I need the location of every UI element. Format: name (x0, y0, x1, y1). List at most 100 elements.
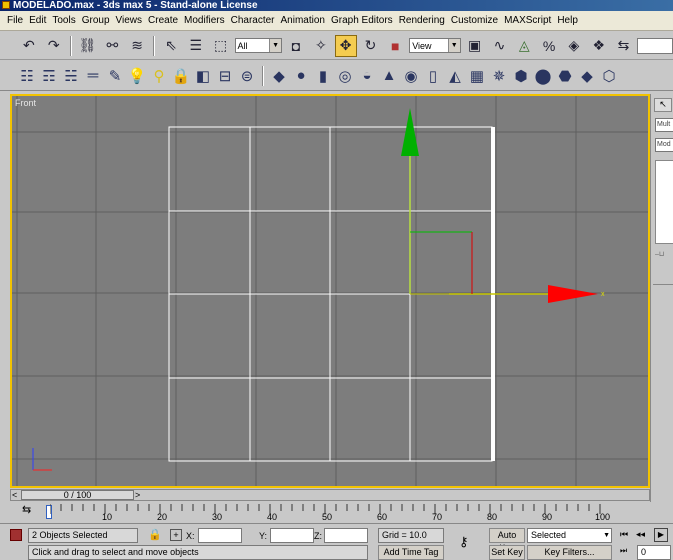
bind-space-warp-icon[interactable]: ≋ (126, 35, 148, 57)
edit-named-selections-icon[interactable]: ❖ (588, 35, 610, 57)
layers-icon[interactable]: ☶ (40, 67, 58, 85)
selection-filter-dropdown[interactable]: All ▼ (234, 38, 283, 53)
create-tab-icon[interactable]: ↖ (654, 98, 672, 112)
hedra-primitive-icon[interactable]: ✵ (490, 67, 508, 85)
key-mode-dropdown[interactable]: Selected ▼ (527, 528, 612, 543)
time-slider-prev-button[interactable]: < (12, 490, 17, 500)
snap-icon[interactable]: ∿ (489, 35, 511, 57)
oil-tank-icon[interactable]: ⬤ (534, 67, 552, 85)
cone-primitive-icon[interactable]: ▲ (380, 67, 398, 85)
region-select-icon[interactable]: ⬚ (210, 35, 232, 57)
pivot-point-icon[interactable]: ▣ (464, 35, 486, 57)
geosphere-primitive-icon[interactable]: ◉ (402, 67, 420, 85)
gengon-icon[interactable]: ⬡ (600, 67, 618, 85)
sphere-primitive-icon[interactable]: ● (292, 67, 310, 85)
selection-lock-icon[interactable]: 🔒 (148, 528, 162, 541)
reference-coordinate-dropdown[interactable]: View ▼ (409, 38, 461, 53)
torus-primitive-icon[interactable]: ◎ (336, 67, 354, 85)
select-object-icon[interactable]: ⇖ (160, 35, 182, 57)
lock-icon[interactable]: 🔒 (172, 67, 191, 85)
capsule-icon[interactable]: ⬣ (556, 67, 574, 85)
x-axis-arrow[interactable] (548, 285, 598, 303)
x-coordinate-field[interactable] (198, 528, 242, 543)
spotlight-icon[interactable]: ⚲ (150, 67, 168, 85)
go-to-start-icon[interactable]: ⏮ (620, 529, 628, 540)
menu-maxscript[interactable]: MAXScript (501, 11, 554, 31)
modifier-stack-list[interactable] (655, 160, 673, 244)
menu-help[interactable]: Help (554, 11, 581, 31)
select-and-rotate-icon[interactable]: ↻ (360, 35, 382, 57)
box-primitive-icon[interactable]: ◆ (270, 67, 288, 85)
menu-views[interactable]: Views (113, 11, 146, 31)
front-viewport[interactable]: x Front (10, 94, 650, 488)
light-icon[interactable]: 💡 (128, 67, 147, 85)
camera-icon[interactable]: ◧ (194, 67, 212, 85)
select-and-link-icon[interactable]: ⛓ (77, 35, 99, 57)
bone-tools-icon[interactable]: ✎ (106, 67, 124, 85)
pick-icon[interactable]: ✧ (310, 35, 332, 57)
z-coordinate-field[interactable] (324, 528, 368, 543)
undo-icon[interactable]: ↶ (18, 35, 40, 57)
menu-customize[interactable]: Customize (448, 11, 501, 31)
time-slider-next-button[interactable]: > (135, 490, 140, 500)
menu-tools[interactable]: Tools (49, 11, 78, 31)
track-tick-label: 80 (487, 512, 498, 522)
select-by-name-icon[interactable]: ☰ (185, 35, 207, 57)
absolute-mode-icon[interactable]: + (170, 529, 182, 541)
menu-create[interactable]: Create (145, 11, 181, 31)
pyramid-primitive-icon[interactable]: ◭ (446, 67, 464, 85)
teapot-primitive-icon[interactable]: ◒ (358, 67, 376, 85)
window-crossing-icon[interactable]: ◘ (285, 35, 307, 57)
auto-key-button[interactable]: Auto Key (489, 528, 525, 553)
chamfer-box-icon[interactable]: ⬢ (512, 67, 530, 85)
named-selection-field[interactable] (637, 37, 673, 54)
tube-primitive-icon[interactable]: ▯ (424, 67, 442, 85)
menu-edit[interactable]: Edit (26, 11, 49, 31)
time-slider-thumb[interactable]: 0 / 100 (21, 490, 134, 500)
move-gizmo[interactable] (401, 108, 598, 303)
title-bar: MODELADO.max - 3ds max 5 - Stand-alone L… (0, 0, 673, 11)
unlink-icon[interactable]: ⚯ (101, 35, 123, 57)
open-mini-curve-editor-icon[interactable]: ⇆ (22, 503, 40, 517)
track-tick-label: 90 (542, 512, 553, 522)
spinner-snap-icon[interactable]: ◈ (563, 35, 585, 57)
key-mode-value: Selected (531, 530, 567, 540)
layer-manager-icon[interactable]: ☵ (62, 67, 80, 85)
select-and-move-icon[interactable]: ✥ (334, 34, 357, 57)
space-warps-icon[interactable]: ⊜ (238, 67, 256, 85)
menu-rendering[interactable]: Rendering (396, 11, 448, 31)
menu-modifiers[interactable]: Modifiers (181, 11, 228, 31)
bone-icon[interactable]: ═ (84, 67, 102, 85)
pin-stack-icon[interactable]: –⊔ (655, 250, 673, 280)
plane-primitive-icon[interactable]: ▦ (468, 67, 486, 85)
redo-icon[interactable]: ↷ (43, 35, 65, 57)
menu-character[interactable]: Character (228, 11, 278, 31)
track-bar[interactable]: ⇆ 10 20 30 40 50 60 70 80 90 100 (0, 502, 673, 524)
command-panel-tab-2[interactable]: Mod (655, 138, 673, 152)
key-filters-button[interactable]: Key Filters... (527, 545, 612, 560)
menu-file[interactable]: File (4, 11, 26, 31)
set-key-button[interactable]: Set Key (489, 545, 525, 560)
select-and-scale-icon[interactable]: ■ (384, 35, 406, 57)
y-coordinate-field[interactable] (270, 528, 314, 543)
maxscript-listener-icon[interactable] (10, 529, 22, 541)
viewport-canvas[interactable]: x (12, 96, 648, 486)
previous-frame-icon[interactable]: ◂◂ (636, 529, 645, 540)
angle-snap-icon[interactable]: ◬ (513, 35, 535, 57)
mirror-icon[interactable]: ⇆ (613, 35, 635, 57)
layer-icon[interactable]: ☷ (18, 67, 36, 85)
spindle-icon[interactable]: ◆ (578, 67, 596, 85)
viewport-label[interactable]: Front (15, 98, 36, 108)
menu-graph-editors[interactable]: Graph Editors (328, 11, 396, 31)
percent-snap-icon[interactable]: % (538, 35, 560, 57)
set-key-icon[interactable]: ⚷ (459, 534, 469, 550)
time-slider-track[interactable]: < 0 / 100 > (10, 489, 650, 501)
current-frame-field[interactable]: 0 (637, 545, 671, 560)
menu-animation[interactable]: Animation (278, 11, 328, 31)
menu-group[interactable]: Group (79, 11, 113, 31)
play-icon[interactable]: ▶ (654, 528, 668, 542)
cylinder-primitive-icon[interactable]: ▮ (314, 67, 332, 85)
command-panel-tab-1[interactable]: Mult (655, 118, 673, 132)
add-time-tag-button[interactable]: Add Time Tag (378, 545, 444, 560)
helpers-icon[interactable]: ⊟ (216, 67, 234, 85)
